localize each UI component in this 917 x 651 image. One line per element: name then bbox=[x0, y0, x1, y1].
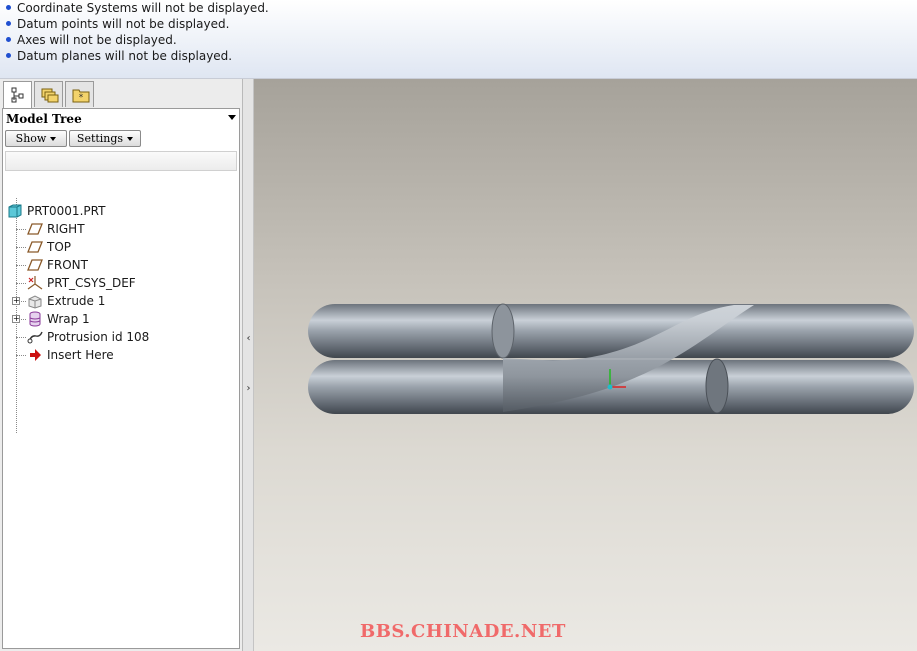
tree-item-label: Wrap 1 bbox=[47, 312, 90, 326]
message-line: Coordinate Systems will not be displayed… bbox=[6, 0, 269, 16]
model-tree-icon bbox=[11, 87, 24, 103]
tree-item-label: PRT0001.PRT bbox=[27, 204, 106, 218]
expand-toggle-icon[interactable]: + bbox=[12, 297, 20, 305]
tree-connector bbox=[16, 229, 26, 230]
message-text: Coordinate Systems will not be displayed… bbox=[17, 1, 269, 15]
message-line: Axes will not be displayed. bbox=[6, 32, 177, 48]
tree-connector bbox=[16, 265, 26, 266]
graphics-viewport[interactable] bbox=[254, 79, 917, 651]
model-tree-panel: Model Tree Show Settings PRT0001.PRT RIG… bbox=[2, 108, 240, 649]
tree-column-header bbox=[5, 151, 237, 171]
tree-item-label: RIGHT bbox=[47, 222, 85, 236]
model-tree-title: Model Tree bbox=[6, 112, 82, 126]
tube-cut-face bbox=[491, 303, 515, 359]
caret-down-icon bbox=[50, 137, 57, 141]
collapse-left-icon[interactable]: ‹ bbox=[245, 319, 252, 359]
csys-icon bbox=[27, 276, 43, 290]
tree-connector bbox=[16, 355, 26, 356]
message-text: Axes will not be displayed. bbox=[17, 33, 177, 47]
tab-model-tree[interactable] bbox=[3, 81, 32, 109]
wrap-icon bbox=[29, 311, 41, 327]
message-line: Datum points will not be displayed. bbox=[6, 16, 229, 32]
protrusion-icon bbox=[27, 331, 43, 344]
show-menu-label: Show bbox=[15, 132, 47, 145]
insert-here-arrow-icon bbox=[30, 349, 41, 361]
tree-item-label: Insert Here bbox=[47, 348, 114, 362]
tab-favorites[interactable]: * bbox=[65, 81, 94, 107]
panel-menu-arrow-icon[interactable] bbox=[228, 115, 236, 120]
folder-browser-icon bbox=[41, 88, 59, 103]
tree-item-label: Protrusion id 108 bbox=[47, 330, 150, 344]
extrude-icon bbox=[28, 295, 42, 309]
tree-connector bbox=[16, 337, 26, 338]
tab-folder-browser[interactable] bbox=[34, 81, 63, 107]
bullet-icon bbox=[6, 5, 11, 10]
bullet-icon bbox=[6, 37, 11, 42]
tree-item-label: FRONT bbox=[47, 258, 88, 272]
tube-cut-face bbox=[705, 358, 729, 414]
message-text: Datum planes will not be displayed. bbox=[17, 49, 233, 63]
message-line: Datum planes will not be displayed. bbox=[6, 48, 232, 64]
message-area: Coordinate Systems will not be displayed… bbox=[0, 0, 917, 79]
datum-plane-icon bbox=[27, 223, 43, 235]
upper-tube[interactable] bbox=[308, 304, 914, 358]
bullet-icon bbox=[6, 53, 11, 58]
model-3d-view[interactable] bbox=[254, 79, 917, 651]
settings-menu-button[interactable]: Settings bbox=[69, 130, 141, 147]
tree-item-label: TOP bbox=[47, 240, 72, 254]
bullet-icon bbox=[6, 21, 11, 26]
datum-plane-icon bbox=[27, 259, 43, 271]
navigator-panel: * Model Tree Show Settings PRT0001.PRT R… bbox=[0, 79, 243, 651]
caret-down-icon bbox=[127, 137, 134, 141]
message-text: Datum points will not be displayed. bbox=[17, 17, 230, 31]
wrapped-tube-model[interactable] bbox=[308, 303, 914, 414]
watermark: BBS.CHINADE.NET bbox=[360, 621, 566, 642]
tree-connector bbox=[16, 247, 26, 248]
favorites-icon: * bbox=[72, 89, 90, 103]
tree-item-label: Extrude 1 bbox=[47, 294, 106, 308]
settings-menu-label: Settings bbox=[76, 132, 124, 145]
tree-item-label: PRT_CSYS_DEF bbox=[47, 276, 136, 290]
part-icon bbox=[8, 204, 22, 218]
expand-right-icon[interactable]: › bbox=[245, 369, 252, 409]
expand-toggle-icon[interactable]: + bbox=[12, 315, 20, 323]
triad-origin bbox=[607, 384, 613, 390]
svg-text:*: * bbox=[79, 93, 84, 103]
panel-splitter[interactable]: ‹ › bbox=[243, 79, 254, 651]
tree-connector bbox=[16, 283, 26, 284]
datum-plane-icon bbox=[27, 241, 43, 253]
show-menu-button[interactable]: Show bbox=[5, 130, 67, 147]
